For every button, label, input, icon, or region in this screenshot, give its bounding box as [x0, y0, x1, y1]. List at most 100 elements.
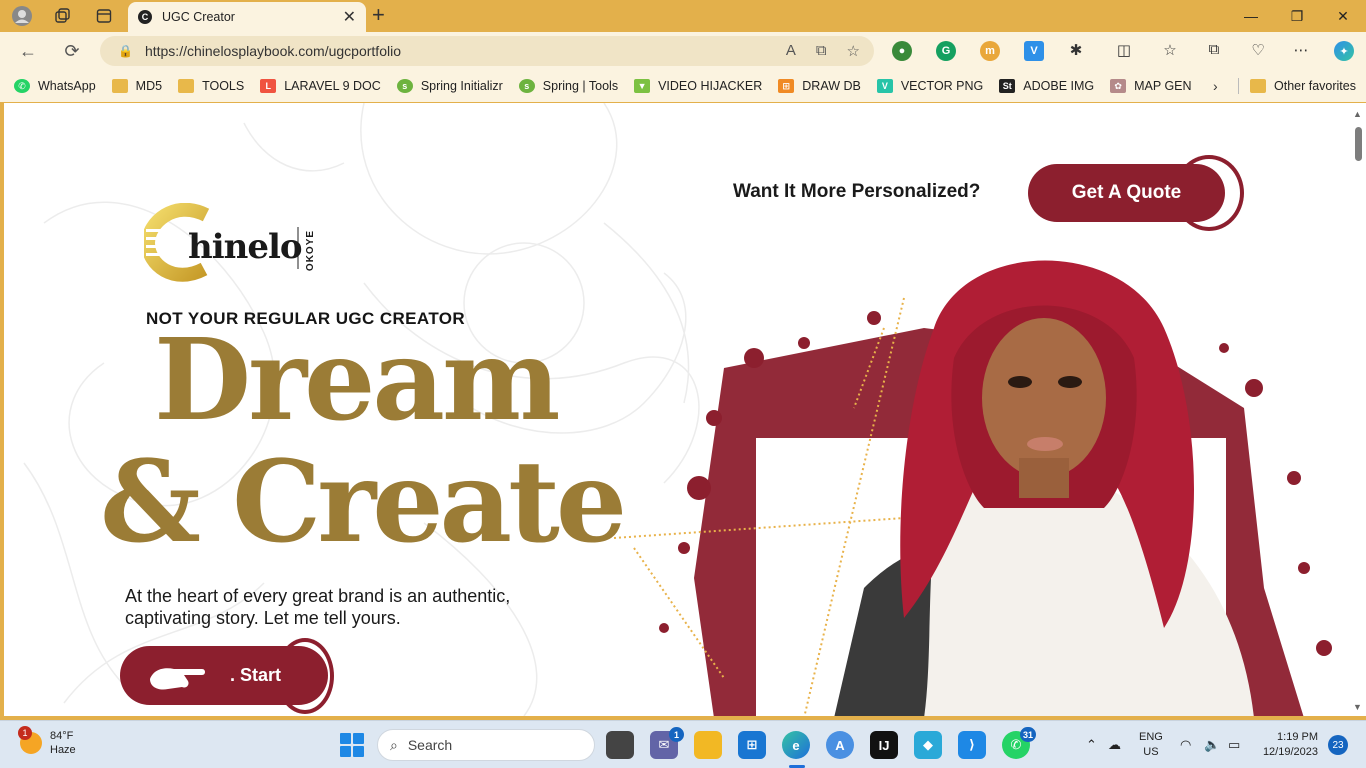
more-options-icon[interactable]: ⋯: [1291, 41, 1311, 59]
chinelo-logo[interactable]: hinelo OKOYE: [140, 202, 324, 283]
scroll-down-icon[interactable]: ▼: [1353, 702, 1362, 712]
map-gen-icon: ✿: [1110, 79, 1127, 93]
start-button[interactable]: . Start: [120, 646, 328, 705]
vscode-icon[interactable]: ⟩: [958, 731, 986, 759]
windows-taskbar: 1 84°F Haze ⌕ Search ✉ 1 ⊞ e A IJ ◆ ⟩ ✆ 31…: [0, 720, 1366, 768]
volume-icon[interactable]: 🔈: [1204, 737, 1220, 753]
file-explorer-icon[interactable]: [694, 731, 722, 759]
hero-description: At the heart of every great brand is an …: [125, 586, 511, 628]
logo-subtext: OKOYE: [305, 229, 317, 272]
favorite-star-icon[interactable]: ☆: [847, 42, 860, 60]
headline-dream: Dream: [154, 315, 560, 446]
bookmark-vector-png[interactable]: V VECTOR PNG: [876, 79, 983, 93]
split-screen-icon[interactable]: ◫: [1114, 41, 1134, 59]
get-a-quote-button[interactable]: Get A Quote: [1028, 164, 1225, 222]
spring-icon: s: [396, 79, 413, 93]
folder-icon: [111, 79, 128, 93]
search-placeholder: Search: [407, 737, 453, 753]
bookmark-tools[interactable]: TOOLS: [178, 79, 244, 93]
taskbar-search[interactable]: ⌕ Search: [377, 729, 595, 761]
extension-grammarly-icon[interactable]: G: [936, 41, 956, 61]
scroll-up-icon[interactable]: ▲: [1353, 109, 1362, 119]
app-available-icon[interactable]: ⧉: [816, 42, 827, 60]
page-viewport: Want It More Personalized? Get A Quote h…: [4, 103, 1366, 716]
scroll-thumb[interactable]: [1355, 127, 1362, 161]
spring-icon: s: [518, 79, 535, 93]
draw-db-icon: ⊞: [778, 79, 795, 93]
close-window-icon[interactable]: ✕: [1320, 0, 1366, 32]
bookmark-md5[interactable]: MD5: [111, 79, 162, 93]
extension-globe-icon[interactable]: ●: [892, 41, 912, 61]
new-tab-icon[interactable]: +: [372, 4, 385, 26]
back-icon[interactable]: ←: [16, 40, 40, 62]
tab-ugc-creator[interactable]: C UGC Creator ✕: [128, 2, 366, 32]
logo-wordmark: hinelo: [188, 227, 303, 267]
profile-icon[interactable]: [8, 2, 36, 30]
weather-badge: 1: [18, 726, 32, 740]
address-bar[interactable]: 🔒 https://chinelosplaybook.com/ugcportfo…: [100, 36, 874, 66]
tray-chevron-up-icon[interactable]: ⌃: [1086, 737, 1097, 753]
bookmark-spring-tools[interactable]: s Spring | Tools: [518, 79, 618, 93]
refresh-icon[interactable]: ⟳: [60, 40, 84, 62]
bookmarks-bar: ✆ WhatsApp MD5 TOOLS L LARAVEL 9 DOC s Spri…: [0, 70, 1366, 102]
system-clock[interactable]: 1:19 PM 12/19/2023: [1256, 730, 1318, 760]
microsoft-store-icon[interactable]: ⊞: [738, 731, 766, 759]
vector-png-icon: V: [876, 79, 893, 93]
weather-widget[interactable]: 1 84°F Haze: [18, 726, 76, 757]
windows-start-icon[interactable]: [340, 733, 364, 757]
favorites-icon[interactable]: ☆: [1160, 41, 1180, 59]
sun-haze-icon: 1: [18, 726, 42, 754]
chat-badge: 1: [669, 727, 684, 742]
page-scrollbar[interactable]: ▲ ▼: [1350, 103, 1366, 716]
browser-toolbar: ← ⟳ 🔒 https://chinelosplaybook.com/ugcpo…: [0, 32, 1366, 70]
workspaces-icon[interactable]: [48, 2, 76, 30]
battery-icon[interactable]: ▭: [1228, 737, 1240, 753]
chevron-right-icon[interactable]: ›: [1213, 78, 1218, 94]
bookmark-map-gen[interactable]: ✿ MAP GEN: [1110, 79, 1192, 93]
folder-icon: [1250, 79, 1266, 93]
address-text: https://chinelosplaybook.com/ugcportfoli…: [144, 43, 401, 59]
bookmark-spring-initializr[interactable]: s Spring Initializr: [396, 79, 503, 93]
minimize-icon[interactable]: —: [1228, 0, 1274, 32]
extension-malwarebytes-icon[interactable]: m: [980, 41, 1000, 61]
task-view-icon[interactable]: [606, 731, 634, 759]
video-hijacker-icon: ▼: [634, 79, 651, 93]
whatsapp-badge: 31: [1019, 727, 1036, 742]
language-indicator[interactable]: ENG US: [1139, 730, 1163, 760]
whatsapp-app-icon[interactable]: ✆ 31: [1002, 727, 1036, 759]
bookmark-whatsapp[interactable]: ✆ WhatsApp: [14, 79, 96, 93]
extensions-icon[interactable]: ✱: [1066, 41, 1086, 59]
bookmark-laravel[interactable]: L LARAVEL 9 DOC: [260, 79, 381, 93]
wifi-icon[interactable]: ◠: [1180, 737, 1191, 753]
bookmark-draw-db[interactable]: ⊞ DRAW DB: [778, 79, 861, 93]
read-aloud-icon[interactable]: A: [786, 42, 796, 60]
weather-desc: Haze: [50, 744, 76, 756]
bookmarks-divider: [1238, 78, 1239, 94]
copilot-icon[interactable]: ✦: [1334, 41, 1354, 61]
close-tab-icon[interactable]: ✕: [343, 7, 356, 27]
laravel-icon: L: [260, 79, 277, 93]
extension-v-icon[interactable]: V: [1024, 41, 1044, 61]
bookmark-adobe-img[interactable]: St ADOBE IMG: [999, 79, 1094, 93]
hero-portrait-image: [613, 260, 1332, 716]
tab-title: UGC Creator: [162, 10, 235, 24]
other-favorites[interactable]: Other favorites: [1250, 70, 1356, 102]
restore-icon[interactable]: ❐: [1274, 0, 1320, 32]
chat-icon[interactable]: ✉ 1: [650, 727, 684, 759]
vertical-tabs-icon[interactable]: [90, 2, 118, 30]
folder-icon: [178, 79, 195, 93]
start-button-label: . Start: [230, 665, 282, 685]
weather-temp: 84°F: [50, 730, 74, 742]
testflight-icon[interactable]: A: [826, 731, 854, 759]
lock-icon: 🔒: [118, 44, 133, 58]
performance-icon[interactable]: ♡: [1248, 41, 1268, 59]
edge-browser-icon[interactable]: e: [782, 731, 810, 759]
collections-icon[interactable]: ⧉: [1204, 41, 1224, 58]
mysql-workbench-icon[interactable]: ◆: [914, 731, 942, 759]
bookmark-video-hijacker[interactable]: ▼ VIDEO HIJACKER: [634, 79, 762, 93]
tab-bar: C UGC Creator ✕ + — ❐ ✕: [0, 0, 1366, 32]
intellij-icon[interactable]: IJ: [870, 731, 898, 759]
site-favicon-icon: C: [138, 10, 152, 24]
onedrive-icon[interactable]: ☁: [1108, 737, 1121, 753]
notification-badge[interactable]: 23: [1328, 735, 1348, 755]
